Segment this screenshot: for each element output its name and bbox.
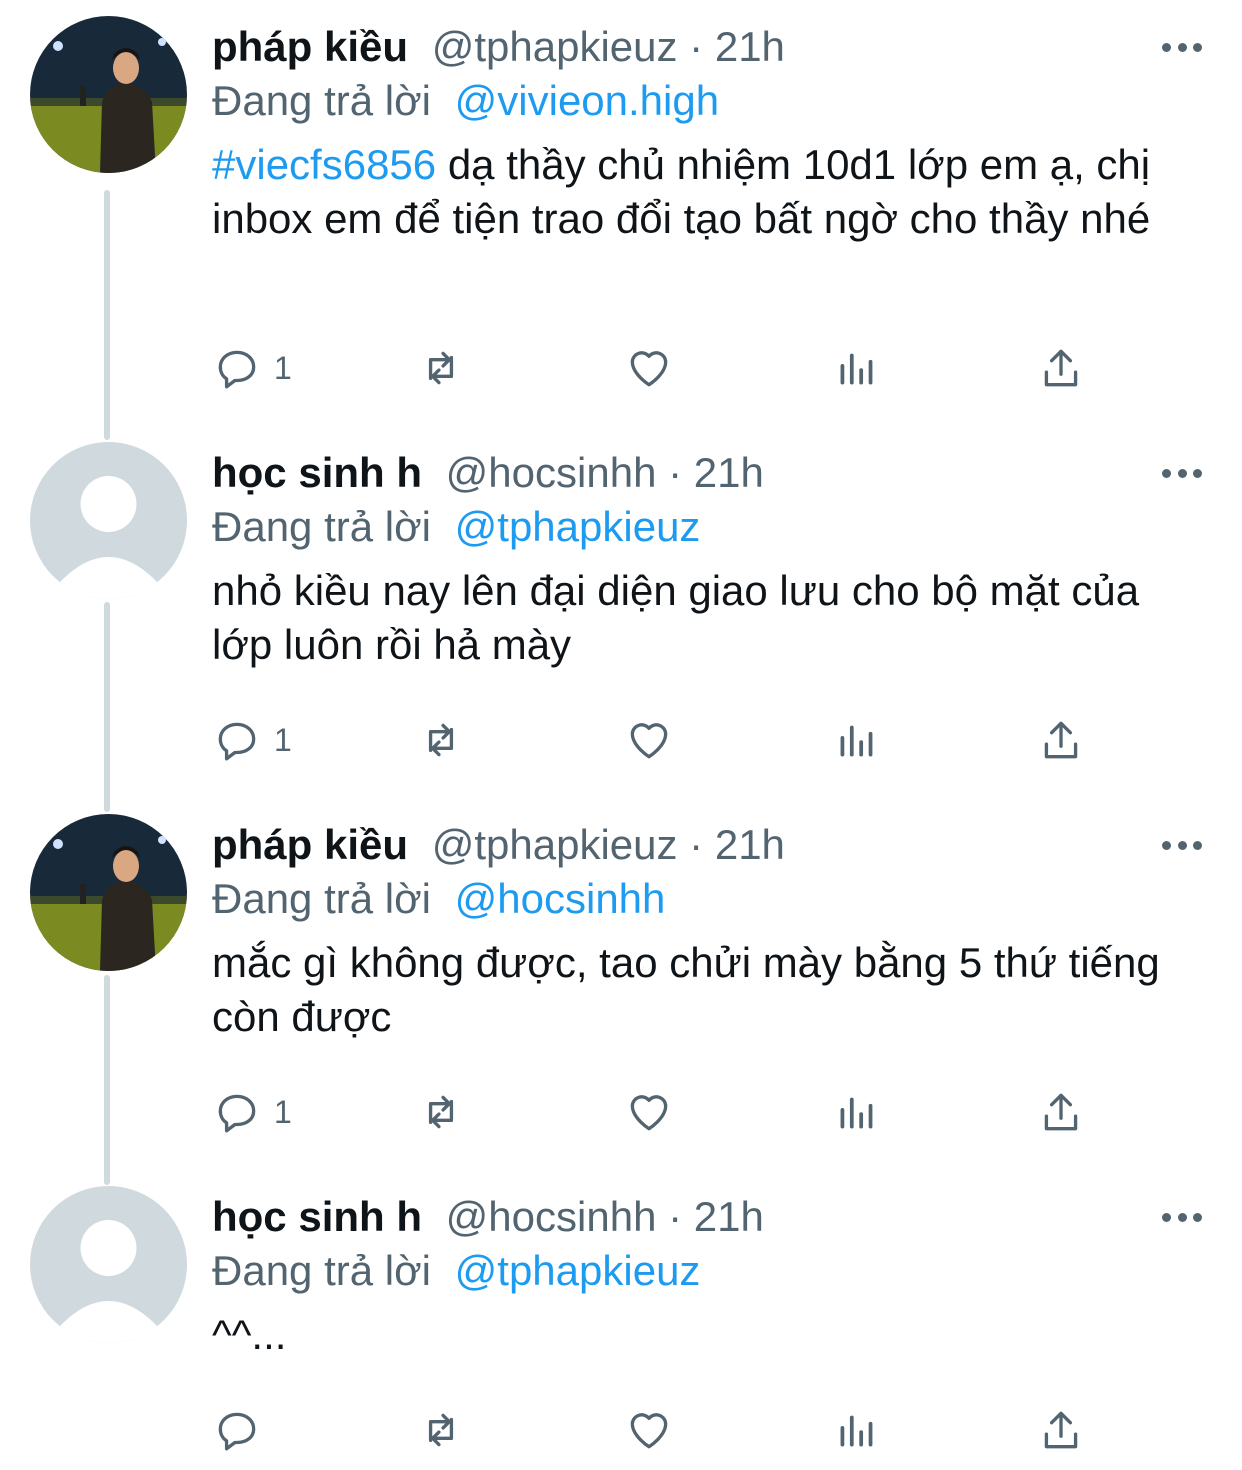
share-button[interactable] — [1036, 1082, 1086, 1142]
like-button[interactable] — [624, 338, 674, 398]
default-avatar-icon — [30, 1186, 187, 1343]
tweet[interactable]: pháp kiều @tphapkieuz · 21h Đang trả lời… — [0, 0, 1242, 420]
retweet-icon — [428, 351, 454, 385]
reply-button[interactable] — [212, 1400, 274, 1460]
avatar[interactable] — [30, 16, 187, 173]
replying-label: Đang trả lời — [212, 875, 431, 922]
display-name[interactable]: pháp kiều — [212, 23, 408, 70]
retweet-icon — [428, 723, 454, 757]
more-options-icon[interactable] — [1162, 1190, 1202, 1244]
replying-to: Đang trả lời @hocsinhh — [212, 872, 1202, 926]
share-icon — [1044, 1411, 1078, 1449]
tweet-actions: 1 — [212, 338, 1112, 398]
tweet-body: mắc gì không được, tao chửi mày bằng 5 t… — [212, 939, 1160, 1040]
analytics-button[interactable] — [832, 1400, 882, 1460]
reply-count: 1 — [274, 721, 292, 758]
analytics-button[interactable] — [832, 1082, 882, 1142]
heart-icon — [630, 351, 668, 387]
replying-label: Đang trả lời — [212, 1247, 431, 1294]
analytics-button[interactable] — [832, 710, 882, 770]
reply-icon — [218, 722, 256, 761]
tweet-meta[interactable]: @hocsinhh · 21h — [446, 449, 764, 496]
tweet-meta[interactable]: @hocsinhh · 21h — [446, 1193, 764, 1240]
tweet-actions — [212, 1400, 1112, 1460]
retweet-button[interactable] — [416, 338, 466, 398]
analytics-icon — [840, 725, 873, 757]
heart-icon — [630, 1413, 668, 1449]
heart-icon — [630, 1095, 668, 1131]
like-button[interactable] — [624, 1082, 674, 1142]
share-icon — [1044, 349, 1078, 387]
tweet-meta[interactable]: @tphapkieuz · 21h — [432, 821, 785, 868]
avatar[interactable] — [30, 1186, 187, 1343]
replying-to: Đang trả lời @tphapkieuz — [212, 500, 1202, 554]
default-avatar-icon — [30, 442, 187, 599]
tweet-text: ^^... — [212, 1308, 1202, 1362]
tweet[interactable]: học sinh h @hocsinhh · 21h Đang trả lời … — [0, 426, 1242, 806]
reply-mention-link[interactable]: @hocsinhh — [455, 875, 666, 922]
share-icon — [1044, 721, 1078, 759]
like-button[interactable] — [624, 710, 674, 770]
tweet-text: nhỏ kiều nay lên đại diện giao lưu cho b… — [212, 564, 1202, 672]
tweet[interactable]: pháp kiều @tphapkieuz · 21h Đang trả lời… — [0, 798, 1242, 1178]
tweet-text: mắc gì không được, tao chửi mày bằng 5 t… — [212, 936, 1202, 1044]
tweet-actions: 1 — [212, 710, 1112, 770]
retweet-button[interactable] — [416, 1400, 466, 1460]
tweet-body: nhỏ kiều nay lên đại diện giao lưu cho b… — [212, 567, 1140, 668]
retweet-icon — [428, 1413, 454, 1447]
avatar[interactable] — [30, 442, 187, 599]
retweet-button[interactable] — [416, 710, 466, 770]
more-options-icon[interactable] — [1162, 446, 1202, 500]
analytics-icon — [840, 353, 873, 385]
reply-mention-link[interactable]: @tphapkieuz — [455, 503, 701, 550]
analytics-icon — [840, 1415, 873, 1447]
reply-count: 1 — [274, 349, 292, 386]
reply-button[interactable]: 1 — [212, 338, 292, 398]
retweet-button[interactable] — [416, 1082, 466, 1142]
replying-to: Đang trả lời @tphapkieuz — [212, 1244, 1202, 1298]
replying-label: Đang trả lời — [212, 77, 431, 124]
reply-count: 1 — [274, 1093, 292, 1130]
replying-to: Đang trả lời @vivieon.high — [212, 74, 1202, 128]
display-name[interactable]: học sinh h — [212, 1193, 422, 1240]
reply-mention-link[interactable]: @tphapkieuz — [455, 1247, 701, 1294]
analytics-icon — [840, 1097, 873, 1129]
share-icon — [1044, 1093, 1078, 1131]
analytics-button[interactable] — [832, 338, 882, 398]
share-button[interactable] — [1036, 710, 1086, 770]
heart-icon — [630, 723, 668, 759]
reply-icon — [218, 1094, 256, 1133]
tweet-body: ^^... — [212, 1311, 287, 1358]
reply-button[interactable]: 1 — [212, 1082, 292, 1142]
reply-mention-link[interactable]: @vivieon.high — [455, 77, 719, 124]
share-button[interactable] — [1036, 338, 1086, 398]
profile-photo-icon — [30, 814, 187, 971]
reply-icon — [218, 1412, 256, 1451]
tweet-actions: 1 — [212, 1082, 1112, 1142]
replying-label: Đang trả lời — [212, 503, 431, 550]
hashtag-link[interactable]: #viecfs6856 — [212, 141, 436, 188]
profile-photo-icon — [30, 16, 187, 173]
avatar[interactable] — [30, 814, 187, 971]
display-name[interactable]: học sinh h — [212, 449, 422, 496]
more-options-icon[interactable] — [1162, 20, 1202, 74]
reply-button[interactable]: 1 — [212, 710, 292, 770]
tweet-meta[interactable]: @tphapkieuz · 21h — [432, 23, 785, 70]
like-button[interactable] — [624, 1400, 674, 1460]
more-options-icon[interactable] — [1162, 818, 1202, 872]
share-button[interactable] — [1036, 1400, 1086, 1460]
reply-icon — [218, 350, 256, 389]
retweet-icon — [428, 1095, 454, 1129]
tweet-text: #viecfs6856 dạ thầy chủ nhiệm 10d1 lớp e… — [212, 138, 1202, 246]
display-name[interactable]: pháp kiều — [212, 821, 408, 868]
tweet[interactable]: học sinh h @hocsinhh · 21h Đang trả lời … — [0, 1170, 1242, 1470]
